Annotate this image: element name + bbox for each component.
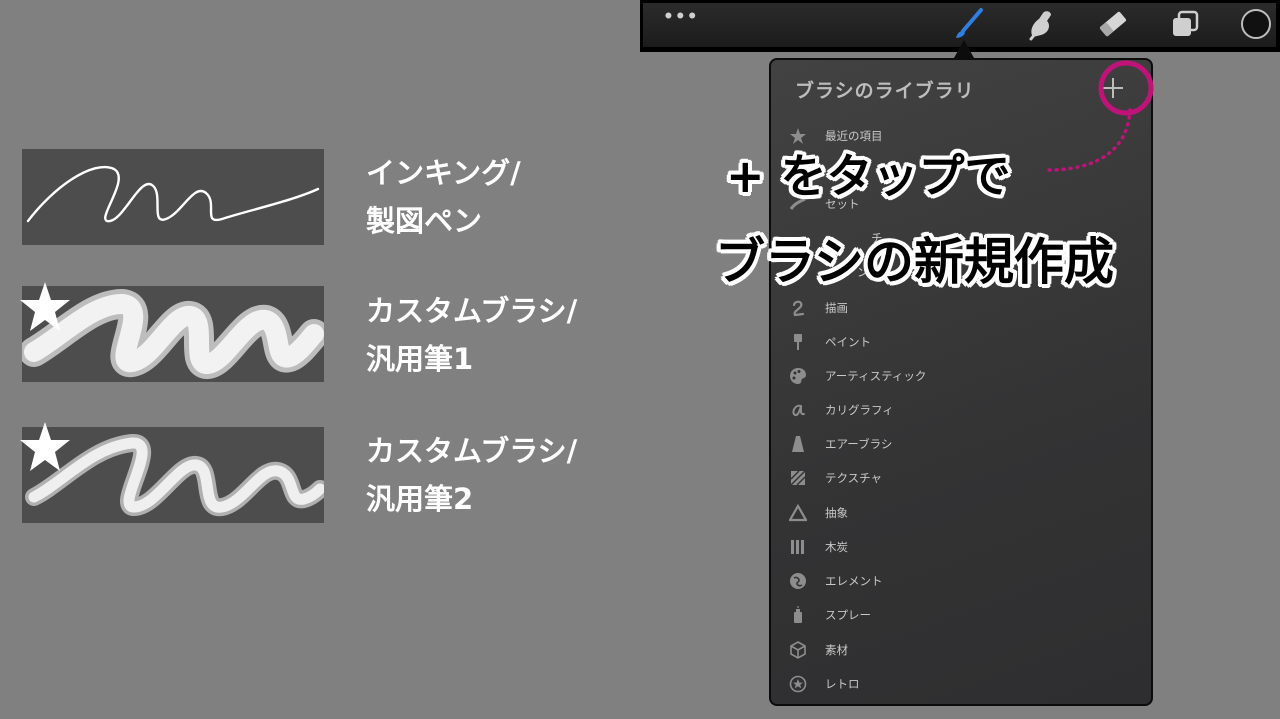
- star-icon: [18, 420, 72, 478]
- sample-label-custom-1: カスタムブラシ/ 汎用筆1: [366, 294, 578, 376]
- library-item-material[interactable]: 素材: [771, 635, 1151, 665]
- eraser-icon[interactable]: [1096, 8, 1130, 44]
- library-item-retro[interactable]: レトロ: [771, 669, 1151, 699]
- sample-label-custom-2: カスタムブラシ/ 汎用筆2: [366, 434, 578, 516]
- layers-icon[interactable]: [1169, 8, 1201, 44]
- star-icon: [18, 280, 72, 338]
- library-item-abstract[interactable]: 抽象: [771, 498, 1151, 528]
- abstract-icon: [789, 504, 807, 522]
- library-item-element[interactable]: エレメント: [771, 566, 1151, 596]
- library-item-charcoal[interactable]: 木炭: [771, 532, 1151, 562]
- library-item-airbrush[interactable]: エアーブラシ: [771, 429, 1151, 459]
- spray-icon: [794, 606, 802, 623]
- charcoal-icon: [791, 540, 804, 554]
- callout-tap-plus: + をタップで: [726, 149, 1011, 203]
- drawing-icon: [792, 300, 805, 317]
- library-item-paint[interactable]: ペイント: [771, 327, 1151, 357]
- brush-sample-inking: [22, 149, 324, 245]
- callout-create-new-brush: ブラシの新規作成: [715, 233, 1114, 291]
- element-icon: [790, 573, 806, 589]
- library-item-artistic[interactable]: アーティスティック: [771, 361, 1151, 391]
- library-item-calligraphy[interactable]: カリグラフィ: [771, 395, 1151, 425]
- airbrush-icon: [792, 436, 804, 452]
- library-item-spray[interactable]: スプレー: [771, 600, 1151, 630]
- palette-icon: [790, 368, 806, 384]
- color-icon[interactable]: [1239, 7, 1273, 45]
- more-menu-button[interactable]: •••: [663, 7, 699, 27]
- highlight-ring: [1096, 59, 1156, 123]
- library-item-texture[interactable]: テクスチャ: [771, 463, 1151, 493]
- smudge-icon[interactable]: [1025, 7, 1057, 45]
- library-item-drawing[interactable]: 描画: [771, 293, 1151, 323]
- calligraphy-icon: [792, 404, 805, 417]
- paint-icon: [794, 334, 802, 350]
- texture-icon: [790, 470, 806, 486]
- sample-label-inking: インキング/ 製図ペン: [366, 156, 521, 238]
- panel-title: ブラシのライブラリ: [795, 80, 975, 102]
- material-icon: [790, 641, 806, 659]
- retro-icon: [789, 675, 807, 693]
